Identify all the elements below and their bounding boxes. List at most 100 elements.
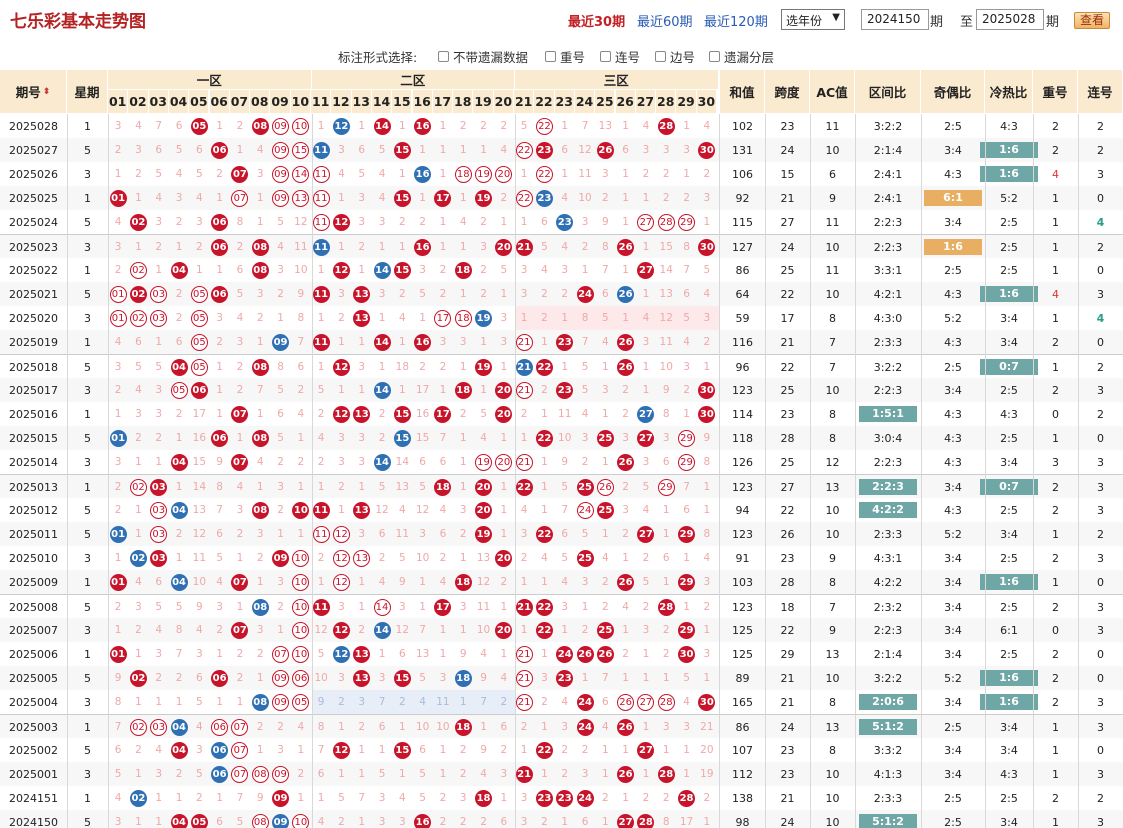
red-ball: 23 (556, 789, 574, 807)
stat-value: 4 (1096, 311, 1105, 325)
number-cell-09: 07 (270, 642, 290, 666)
missing-count: 14 (395, 456, 410, 468)
missing-count: 1 (642, 192, 650, 204)
red-ball: 08 (251, 238, 269, 256)
missing-count: 7 (378, 696, 386, 708)
missing-count: 1 (398, 336, 406, 348)
number-cell-29: 29 (676, 210, 696, 234)
stat-cell-8: 2 (1078, 355, 1123, 379)
number-cell-27: 3 (636, 450, 656, 474)
checkbox[interactable] (709, 51, 720, 62)
weekday-cell: 5 (84, 360, 91, 374)
number-cell-29: 6 (676, 282, 696, 306)
stat-value: 0 (1097, 191, 1104, 205)
option-consecutive[interactable]: 连号 (600, 47, 640, 66)
number-cell-09: 09 (270, 810, 290, 828)
number-cell-29: 3 (676, 138, 696, 162)
ring-ball: 27 (637, 213, 655, 231)
number-cell-12: 3 (331, 138, 351, 162)
table-row: 2025022 1 2 02 1 04 1 1 6 08 3 10 1 12 1 14 15 3 2 18 2 5 3 4 3 1… (0, 258, 1123, 282)
stat-value: 4:2:2 (859, 502, 917, 518)
year-select[interactable]: 选年份 ▼ (781, 9, 845, 30)
ring-ball: 07 (231, 718, 249, 736)
number-cell-02: 02 (128, 258, 148, 282)
option-repeat[interactable]: 重号 (545, 47, 585, 66)
option-no-missing[interactable]: 不带遗漏数据 (438, 47, 528, 66)
number-cell-21: 1 (514, 162, 534, 186)
stat-cell-6: 6:1 (985, 618, 1033, 642)
number-cell-30: 19 (697, 762, 717, 786)
missing-count: 6 (216, 816, 223, 828)
nav-recent-120[interactable]: 最近120期 (704, 11, 768, 30)
number-cell-29: 4 (676, 330, 696, 354)
stat-value: 3 (1097, 695, 1104, 709)
missing-count: 9 (459, 648, 467, 660)
number-cell-10: 1 (291, 738, 311, 762)
weekday-cell: 3 (84, 455, 91, 469)
checkbox[interactable] (600, 51, 611, 62)
missing-count: 3 (520, 288, 528, 300)
stat-value: 96 (735, 360, 750, 374)
missing-count: 1 (703, 481, 711, 493)
number-cell-10: 1 (291, 475, 311, 499)
stat-cell-5: 3:4 (921, 762, 985, 786)
number-cell-08: 2 (250, 546, 270, 570)
number-cell-11: 5 (311, 378, 331, 402)
checkbox[interactable] (438, 51, 449, 62)
number-cell-18: 1 (453, 450, 473, 474)
number-cell-07: 4 (230, 475, 250, 499)
missing-count: 2 (256, 721, 264, 733)
header-qihao[interactable]: 期号 ⬍ (0, 70, 67, 114)
missing-count: 15 (415, 432, 430, 444)
number-cell-19: 4 (473, 762, 493, 786)
stat-value: 3 (1097, 720, 1104, 734)
missing-count: 2 (195, 241, 203, 253)
stat-value: 23 (780, 767, 795, 781)
missing-count: 6 (236, 264, 244, 276)
nav-recent-60[interactable]: 最近60期 (637, 11, 693, 30)
stat-value: 25 (780, 383, 795, 397)
missing-count: 2 (338, 696, 345, 708)
number-cell-10: 11 (291, 235, 311, 259)
blue-ball: 12 (332, 117, 350, 135)
stat-cell-7: 0 (1033, 402, 1078, 426)
option-missing-layer[interactable]: 遗漏分层 (709, 47, 774, 66)
nav-recent-30[interactable]: 最近30期 (568, 11, 625, 30)
sort-icon[interactable]: ⬍ (43, 87, 51, 97)
query-button[interactable]: 查看 (1074, 12, 1110, 29)
missing-count: 3 (358, 528, 366, 540)
missing-count: 1 (642, 241, 650, 253)
stat-cell-4: 3:2:2 (855, 355, 921, 379)
number-cell-07: 1 (230, 690, 250, 714)
red-ball: 02 (129, 285, 147, 303)
missing-count: 2 (459, 408, 467, 420)
stat-cell-7: 1 (1033, 355, 1078, 379)
stat-value: 1 (1052, 527, 1059, 541)
missing-count: 6 (581, 816, 589, 828)
stat-cell-1: 89 (720, 666, 765, 690)
missing-count: 4 (114, 216, 122, 228)
missing-count: 5 (317, 384, 325, 396)
option-edge[interactable]: 边号 (655, 47, 695, 66)
number-cell-15: 15 (392, 138, 412, 162)
number-cell-22: 1 (534, 642, 554, 666)
period-from-input[interactable]: 2024150 (861, 9, 929, 30)
header-number-12: 12 (331, 90, 352, 114)
number-cell-22: 1 (534, 402, 554, 426)
stat-value: 2:1:4 (873, 647, 903, 661)
number-cell-03: 03 (149, 498, 169, 522)
number-cell-12: 12 (331, 258, 351, 282)
year-select-value: 选年份 (786, 14, 823, 28)
missing-count: 2 (277, 601, 284, 613)
missing-count: 2 (622, 481, 629, 493)
missing-count: 1 (398, 241, 406, 253)
number-cell-13: 2 (352, 235, 372, 259)
missing-count: 1 (378, 744, 386, 756)
period-to-input[interactable]: 2025028 (976, 9, 1044, 30)
missing-count: 3 (236, 336, 244, 348)
number-cell-06: 1 (210, 186, 230, 210)
red-ball: 11 (312, 333, 330, 351)
checkbox[interactable] (655, 51, 666, 62)
missing-count: 3 (703, 192, 711, 204)
checkbox[interactable] (545, 51, 556, 62)
